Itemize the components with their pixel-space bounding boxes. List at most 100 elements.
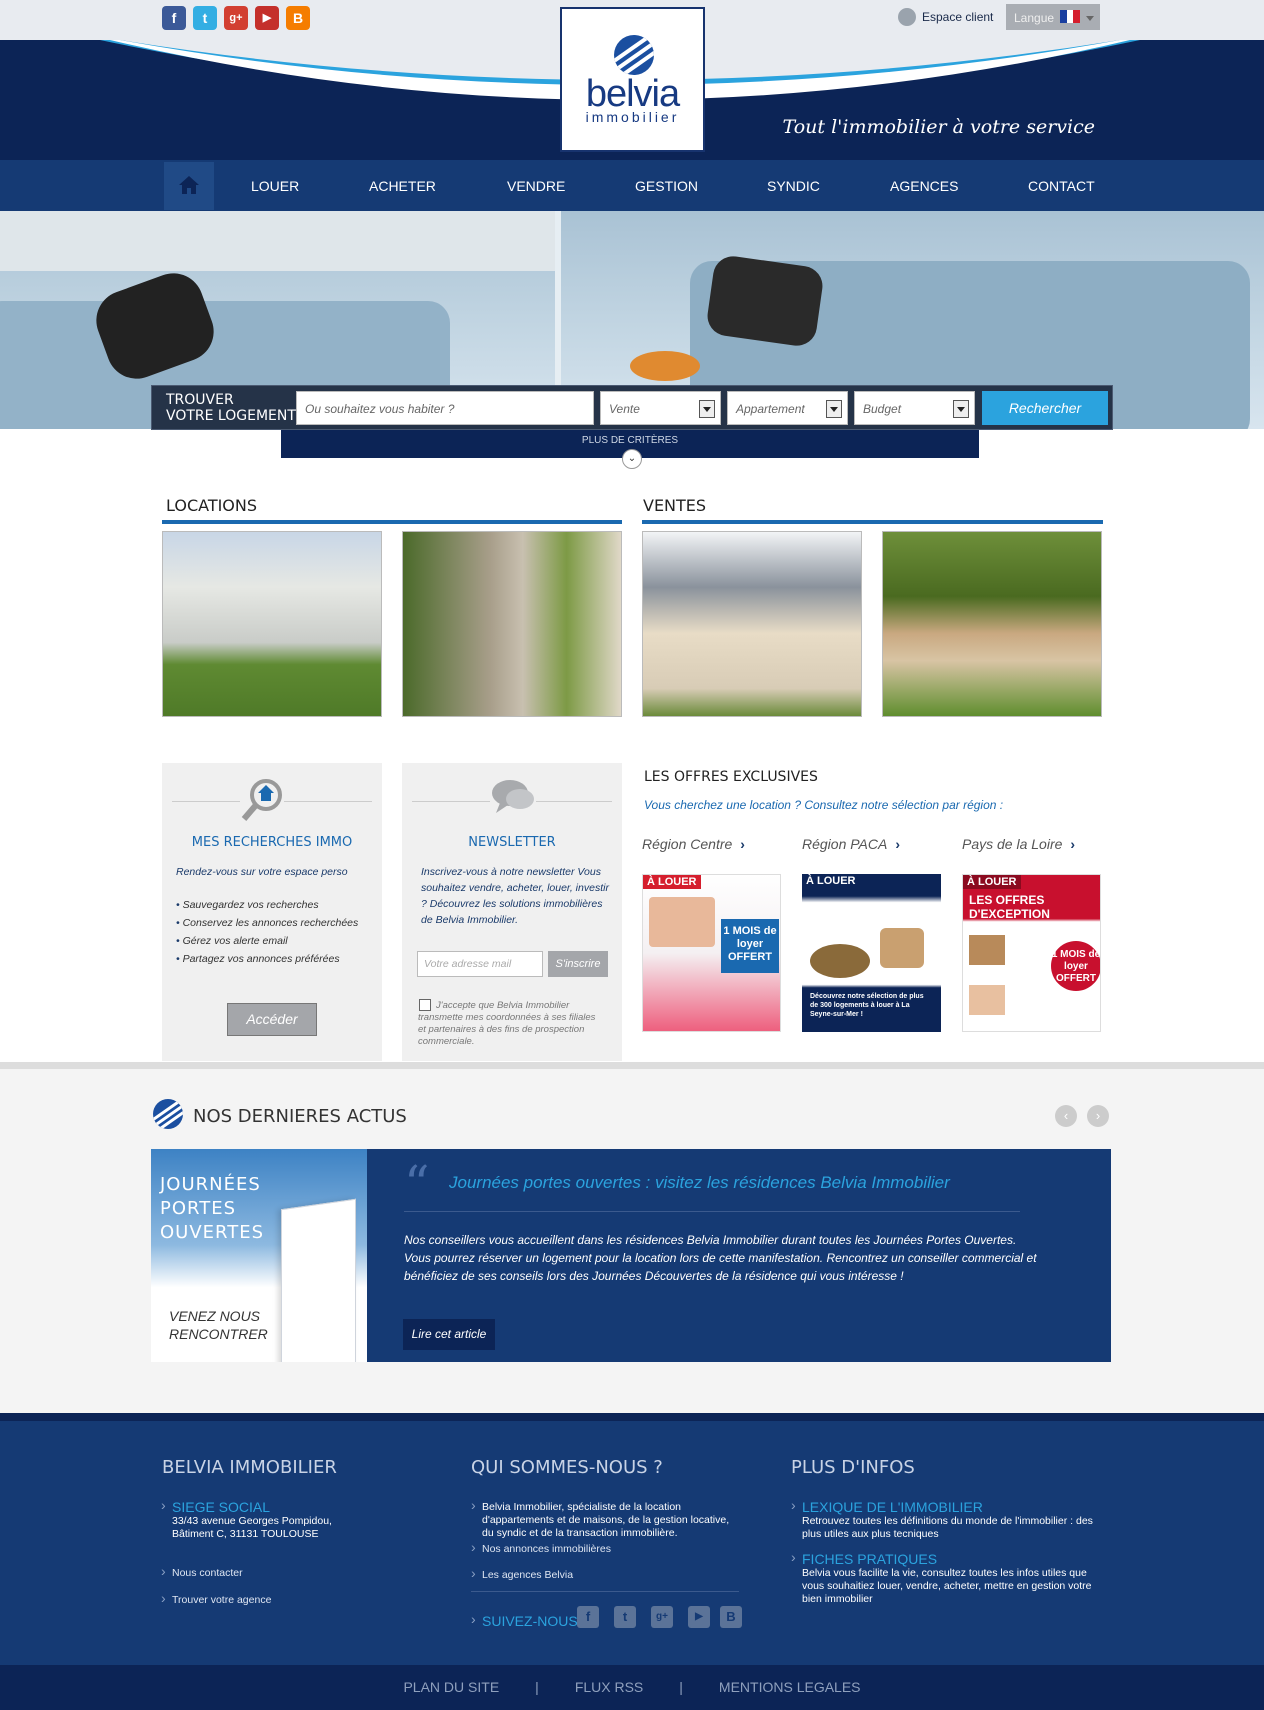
actus-image-sub: VENEZ NOUS RENCONTRER (169, 1308, 268, 1342)
actus-title: NOS DERNIERES ACTUS (193, 1106, 407, 1127)
flyer-centre[interactable]: À LOUER 1 MOIS de loyer OFFERT (642, 874, 781, 1032)
footer-link-agences[interactable]: Les agences Belvia (471, 1567, 573, 1582)
vente-photo-1[interactable] (642, 531, 862, 717)
region-loire-link[interactable]: Pays de la Loire › (962, 836, 1075, 852)
chevron-right-icon: › (1070, 836, 1076, 852)
language-select[interactable]: Langue (1006, 4, 1100, 30)
consent-checkbox[interactable] (419, 999, 431, 1011)
offres-title: LES OFFRES EXCLUSIVES (644, 769, 818, 785)
youtube-icon[interactable]: ▶ (255, 6, 279, 30)
nav-vendre[interactable]: VENDRE (507, 178, 565, 194)
youtube-icon[interactable]: ▶ (688, 1606, 710, 1628)
newsletter-title: NEWSLETTER (468, 835, 556, 850)
flyer-loire[interactable]: À LOUER LES OFFRES D'EXCEPTION 1 MOIS de… (962, 874, 1101, 1032)
where-input[interactable]: Ou souhaitez vous habiter ? (296, 391, 594, 425)
espace-client-link[interactable]: Espace client (898, 8, 993, 26)
search-label: TROUVER VOTRE LOGEMENT (166, 392, 296, 424)
footer-about: Belvia Immobilier, spécialiste de la loc… (471, 1499, 742, 1540)
transaction-select[interactable]: Vente (600, 391, 721, 425)
actus-image-title: JOURNÉES PORTES OUVERTES (160, 1174, 265, 1243)
fiches-link[interactable]: FICHES PRATIQUES (791, 1549, 937, 1567)
dropdown-arrow-icon (826, 400, 842, 418)
actus-article-panel: “ Journées portes ouvertes : visitez les… (367, 1149, 1111, 1362)
footer-link-annonces[interactable]: Nos annonces immobilières (471, 1541, 611, 1556)
locations-title: LOCATIONS (166, 496, 258, 515)
region-centre-link[interactable]: Région Centre › (642, 836, 745, 852)
search-button[interactable]: Rechercher (982, 391, 1108, 425)
nav-syndic[interactable]: SYNDIC (767, 178, 820, 194)
user-icon (898, 8, 916, 26)
logo-sub: immobilier (585, 109, 680, 125)
subscribe-button[interactable]: S'inscrire (548, 951, 608, 977)
globe-logo-icon (153, 1099, 183, 1129)
recherches-intro: Rendez-vous sur votre espace perso (176, 866, 348, 878)
actus-headline[interactable]: Journées portes ouvertes : visitez les r… (449, 1173, 950, 1193)
read-article-button[interactable]: Lire cet article (403, 1319, 495, 1350)
acceder-button[interactable]: Accéder (227, 1003, 317, 1036)
couple-photo (969, 985, 1005, 1015)
nav-home[interactable] (164, 162, 214, 210)
nav-gestion[interactable]: GESTION (635, 178, 698, 194)
newsletter-email-input[interactable]: Votre adresse mail (417, 951, 543, 977)
property-type-select[interactable]: Appartement (727, 391, 848, 425)
flux-rss-link[interactable]: FLUX RSS (575, 1679, 643, 1695)
flyer-tag: À LOUER (963, 875, 1021, 889)
ventes-title: VENTES (643, 496, 707, 515)
flyer-offer-badge: 1 MOIS de loyer OFFERT (1051, 941, 1100, 991)
quote-icon: “ (404, 1155, 430, 1213)
vente-photo-2[interactable] (882, 531, 1102, 717)
googleplus-icon[interactable]: g+ (224, 6, 248, 30)
location-photo-1[interactable] (162, 531, 382, 717)
search-bar: TROUVER VOTRE LOGEMENT Ou souhaitez vous … (151, 385, 1113, 430)
window-backdrop (0, 211, 560, 271)
footer-col3-title: PLUS D'INFOS (791, 1457, 915, 1478)
next-arrow-icon[interactable]: › (1087, 1105, 1109, 1127)
divider (471, 1591, 739, 1592)
blogger-icon[interactable]: B (286, 6, 310, 30)
fiches-text: Belvia vous facilite la vie, consultez t… (802, 1567, 1092, 1605)
french-flag-icon (1060, 10, 1081, 23)
language-label: Langue (1014, 11, 1055, 25)
location-photo-2[interactable] (402, 531, 622, 717)
footer-col1-title: BELVIA IMMOBILIER (162, 1457, 337, 1478)
nav-agences[interactable]: AGENCES (890, 178, 958, 194)
recherches-title: MES RECHERCHES IMMO (191, 835, 353, 850)
house-photo (969, 935, 1005, 965)
family-photo (649, 897, 715, 947)
orange-bowl (630, 351, 700, 381)
main-nav: LOUER ACHETER VENDRE GESTION SYNDIC AGEN… (0, 160, 1264, 211)
googleplus-icon[interactable]: g+ (651, 1606, 673, 1628)
footer-link-contact[interactable]: Nous contacter (161, 1565, 243, 1580)
mentions-legales-link[interactable]: MENTIONS LEGALES (719, 1679, 861, 1695)
plan-du-site-link[interactable]: PLAN DU SITE (403, 1679, 499, 1695)
dropdown-arrow-icon (699, 400, 715, 418)
lexique-link[interactable]: LEXIQUE DE L'IMMOBILIER (791, 1497, 983, 1515)
globe-logo-icon (614, 35, 654, 75)
prev-arrow-icon[interactable]: ‹ (1055, 1105, 1077, 1127)
flyer-paca-text: Découvrez notre sélection de plus de 300… (810, 993, 924, 1018)
expand-criteria-button[interactable]: ⌄ (622, 449, 642, 469)
twitter-icon[interactable]: t (193, 6, 217, 30)
separator: | (679, 1679, 683, 1695)
nav-louer[interactable]: LOUER (251, 178, 299, 194)
newsletter-text: Inscrivez-vous à notre newsletter Vous s… (421, 866, 609, 926)
siege-address: 33/43 avenue Georges Pompidou, Bâtiment … (172, 1515, 332, 1540)
facebook-icon[interactable]: f (162, 6, 186, 30)
nav-contact[interactable]: CONTACT (1028, 178, 1095, 194)
region-paca-link[interactable]: Région PACA › (802, 836, 900, 852)
site-logo[interactable]: belvia immobilier (560, 7, 705, 152)
blogger-icon[interactable]: B (720, 1606, 742, 1628)
tagline: Tout l'immobilier à votre service (782, 116, 1095, 138)
recherches-bullets: Sauvegardez vos recherches Conservez les… (176, 896, 359, 968)
twitter-icon[interactable]: t (614, 1606, 636, 1628)
footer-link-agence[interactable]: Trouver votre agence (161, 1592, 271, 1607)
cushion-right (704, 253, 826, 349)
suivez-nous-label: SUIVEZ-NOUS (471, 1611, 578, 1629)
nav-acheter[interactable]: ACHETER (369, 178, 436, 194)
list-item: Conservez les annonces recherchées (176, 914, 359, 932)
chat-bubble-icon (490, 777, 536, 817)
budget-select[interactable]: Budget (854, 391, 975, 425)
flyer-paca[interactable]: À LOUER Découvrez notre sélection de plu… (802, 874, 941, 1032)
facebook-icon[interactable]: f (577, 1606, 599, 1628)
actus-body: Nos conseillers vous accueillent dans le… (404, 1233, 1037, 1283)
